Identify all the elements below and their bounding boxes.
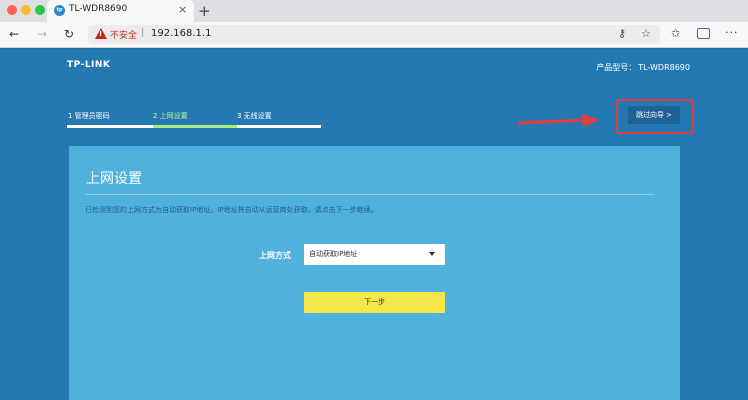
- browser-tab-bar: tp TL-WDR8690 × +: [0, 0, 748, 22]
- warning-icon: [95, 28, 107, 39]
- step-admin-password: 1 管理员密码: [68, 112, 110, 120]
- back-button[interactable]: ←: [9, 26, 19, 42]
- forward-button[interactable]: →: [37, 26, 47, 42]
- internet-settings-card: 上网设置 已检测到您的上网方式为自动获取IP地址，IP地址将自动从运营商处获取，…: [69, 146, 680, 400]
- url-field[interactable]: 不安全 | 192.168.1.1 ⚷ ☆: [88, 25, 660, 44]
- close-window-button[interactable]: [7, 5, 17, 15]
- connection-type-select[interactable]: 自动获取IP地址: [304, 244, 445, 265]
- tab-close-icon[interactable]: ×: [178, 3, 187, 17]
- minimize-window-button[interactable]: [21, 5, 31, 15]
- model-info: 产品型号： TL-WDR8690: [594, 62, 690, 73]
- tab-title: TL-WDR8690: [69, 4, 128, 14]
- menu-icon[interactable]: ···: [725, 25, 739, 41]
- next-button[interactable]: 下一步: [304, 292, 445, 313]
- url-text[interactable]: 192.168.1.1: [151, 28, 211, 39]
- model-label: 产品型号：: [596, 63, 637, 72]
- step-wireless-settings: 3 无线设置: [237, 112, 272, 120]
- brand-logo: TP-LINK: [67, 60, 111, 70]
- caret-down-icon: [429, 252, 435, 256]
- star-icon[interactable]: ☆: [641, 27, 651, 41]
- router-page: TP-LINK 产品型号： TL-WDR8690 1 管理员密码 2 上网设置 3…: [0, 49, 748, 400]
- step-bar-2: [153, 125, 237, 128]
- model-value: TL-WDR8690: [638, 63, 690, 72]
- new-tab-button[interactable]: +: [198, 1, 211, 21]
- step-internet-settings: 2 上网设置: [153, 112, 188, 120]
- step-bar-1: [67, 125, 153, 128]
- profile-icon[interactable]: [697, 28, 710, 39]
- zoom-window-button[interactable]: [35, 5, 45, 15]
- connection-type-label: 上网方式: [259, 251, 291, 260]
- key-icon[interactable]: ⚷: [618, 27, 626, 41]
- red-arrow-icon: [517, 114, 600, 127]
- reload-button[interactable]: ↻: [64, 26, 74, 42]
- favorites-icon[interactable]: ✩: [671, 26, 680, 42]
- insecure-label[interactable]: 不安全: [110, 28, 137, 41]
- browser-tab[interactable]: tp TL-WDR8690 ×: [47, 0, 194, 22]
- tp-link-favicon-icon: tp: [54, 5, 65, 16]
- url-separator: |: [141, 27, 145, 38]
- address-bar: ← → ↻ 不安全 | 192.168.1.1 ⚷ ☆ ✩ ···: [0, 22, 748, 48]
- connection-type-value: 自动获取IP地址: [309, 250, 358, 258]
- card-title: 上网设置: [86, 171, 142, 187]
- divider: [85, 194, 654, 195]
- skip-wizard-button[interactable]: 跳过向导 >: [628, 106, 680, 124]
- card-description: 已检测到您的上网方式为自动获取IP地址，IP地址将自动从运营商处获取，请点击下一…: [85, 206, 378, 214]
- step-bar-3: [237, 125, 321, 128]
